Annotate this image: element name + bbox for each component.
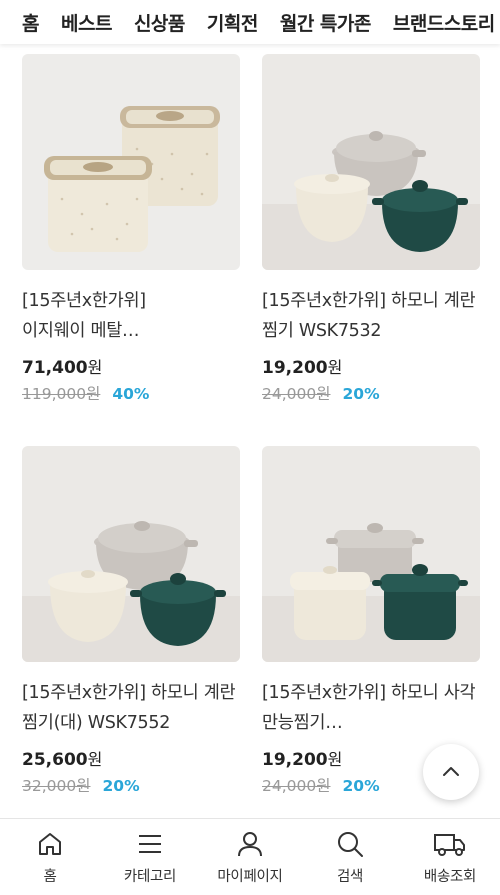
bottom-nav-mypage[interactable]: 마이페이지 [200, 819, 300, 895]
bottom-nav-search[interactable]: 검색 [300, 819, 400, 895]
discount-rate: 20% [102, 777, 140, 795]
tab-new[interactable]: 신상품 [134, 9, 185, 36]
original-price: 119,000원 [22, 385, 101, 403]
price-value: 25,600 [22, 750, 88, 770]
bottom-nav-label: 홈 [43, 869, 57, 885]
scroll-top-button[interactable] [423, 744, 479, 800]
chevron-up-icon [443, 767, 459, 776]
product-image[interactable] [22, 54, 240, 270]
bottom-nav: 홈 카테고리 마이페이지 검색 배송조회 [0, 818, 500, 895]
product-name[interactable]: [15주년x한가위] 하모니 계란찜기 WSK7532 [262, 286, 480, 346]
price-row: 119,000원 40% [22, 382, 240, 404]
search-icon [338, 832, 363, 857]
price-row: 32,000원 20% [22, 774, 240, 796]
product-name[interactable]: [15주년x한가위] 하모니 사각 만능찜기… [262, 678, 480, 738]
product-name[interactable]: [15주년x한가위] 이지웨이 메탈… [22, 286, 240, 346]
product-image[interactable] [262, 446, 480, 662]
top-nav: 홈 베스트 신상품 기획전 월간 특가존 브랜드스토리 [0, 0, 500, 44]
tab-best[interactable]: 베스트 [61, 9, 112, 36]
bottom-nav-home[interactable]: 홈 [0, 819, 100, 895]
product-card[interactable]: [15주년x한가위] 하모니 계란찜기 WSK7532 19,200원 24,0… [262, 54, 480, 404]
tab-home[interactable]: 홈 [22, 9, 39, 36]
price-currency: 원 [327, 750, 343, 769]
price-value: 19,200 [262, 750, 328, 770]
bottom-nav-label: 마이페이지 [217, 869, 283, 885]
tab-special[interactable]: 기획전 [207, 9, 258, 36]
product-price: 25,600원 [22, 746, 240, 770]
bottom-nav-label: 검색 [336, 869, 364, 885]
original-price: 24,000원 [262, 777, 331, 795]
price-value: 19,200 [262, 358, 328, 378]
price-currency: 원 [87, 358, 103, 377]
product-name[interactable]: [15주년x한가위] 하모니 계란찜기(대) WSK7552 [22, 678, 240, 738]
product-image[interactable] [262, 54, 480, 270]
price-value: 71,400 [22, 358, 88, 378]
discount-rate: 20% [342, 777, 380, 795]
price-currency: 원 [87, 750, 103, 769]
truck-icon [434, 834, 465, 856]
original-price: 32,000원 [22, 777, 91, 795]
original-price: 24,000원 [262, 385, 331, 403]
bottom-nav-category[interactable]: 카테고리 [100, 819, 200, 895]
home-icon [39, 833, 61, 855]
discount-rate: 20% [342, 385, 380, 403]
discount-rate: 40% [112, 385, 150, 403]
bottom-nav-label: 카테고리 [123, 869, 177, 885]
tab-monthly-deal[interactable]: 월간 특가존 [280, 9, 372, 36]
price-currency: 원 [327, 358, 343, 377]
tab-brand-story[interactable]: 브랜드스토리 [393, 9, 495, 36]
product-price: 71,400원 [22, 354, 240, 378]
bottom-nav-label: 배송조회 [423, 869, 477, 885]
menu-icon [139, 835, 161, 853]
product-card[interactable]: [15주년x한가위] 이지웨이 메탈… 71,400원 119,000원 40% [22, 54, 240, 404]
product-card[interactable]: [15주년x한가위] 하모니 계란찜기(대) WSK7552 25,600원 3… [22, 446, 240, 796]
bottom-nav-delivery[interactable]: 배송조회 [400, 819, 500, 895]
product-image[interactable] [22, 446, 240, 662]
user-icon [238, 832, 262, 857]
product-price: 19,200원 [262, 354, 480, 378]
price-row: 24,000원 20% [262, 382, 480, 404]
